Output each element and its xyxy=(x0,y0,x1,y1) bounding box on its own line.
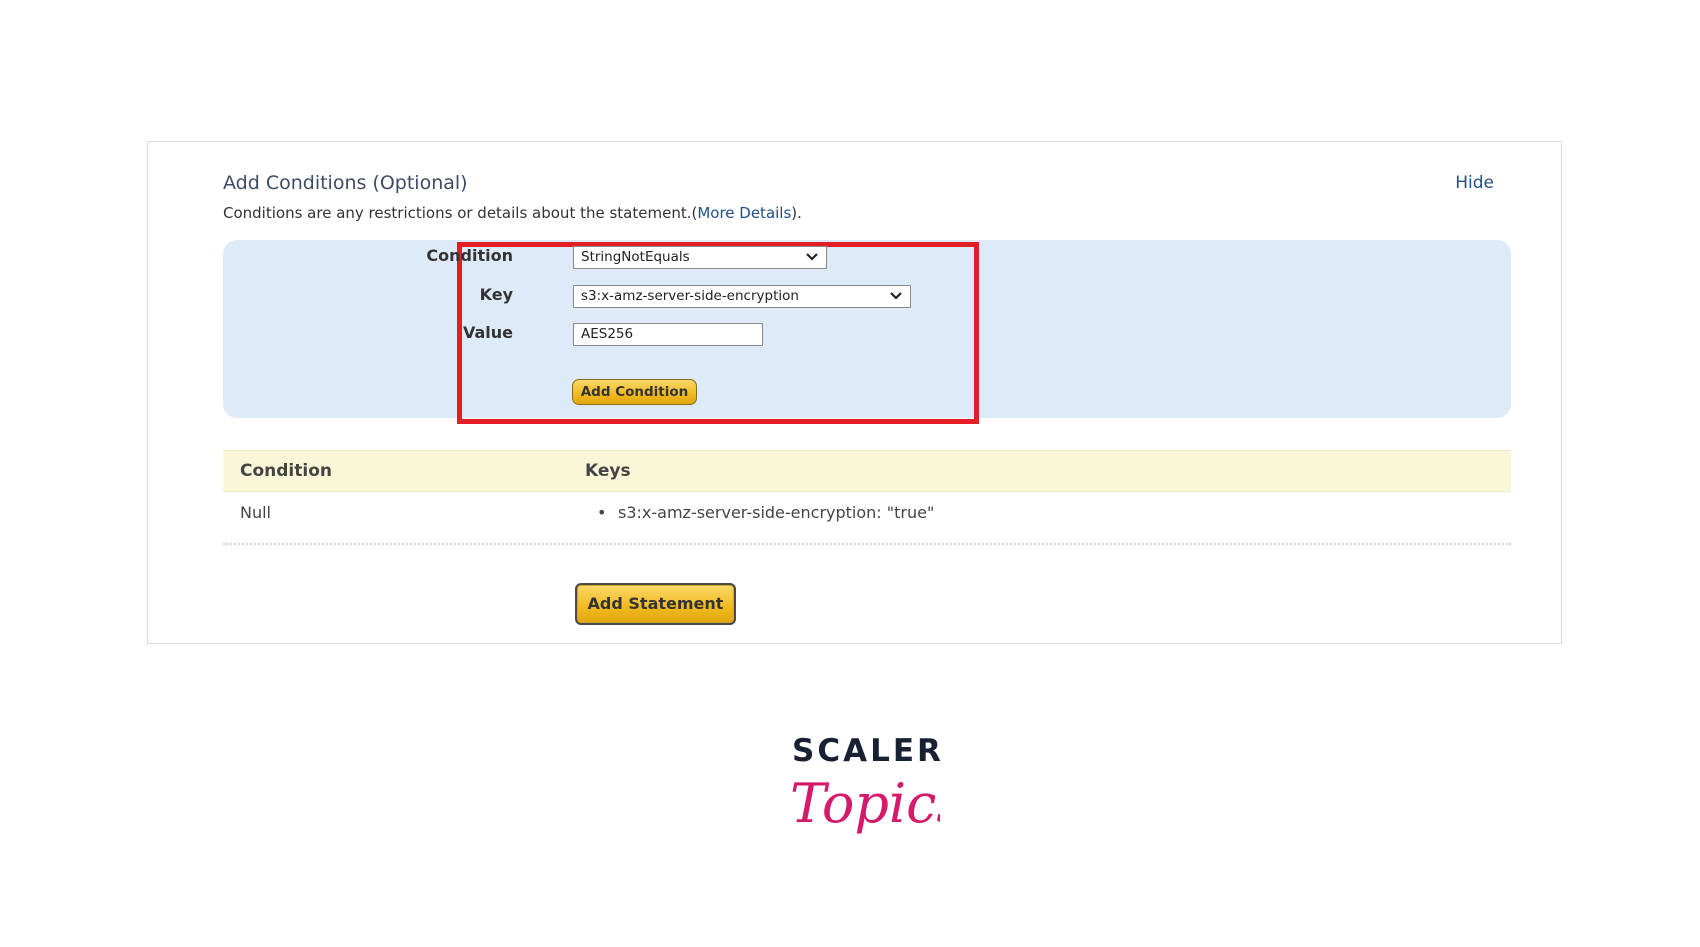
conditions-table-header: Condition Keys xyxy=(223,450,1511,492)
description-text: Conditions are any restrictions or detai… xyxy=(223,204,698,222)
key-select-value: s3:x-amz-server-side-encryption xyxy=(581,288,799,304)
hide-link[interactable]: Hide xyxy=(1455,173,1494,193)
condition-label: Condition xyxy=(426,246,513,265)
row-condition: Null xyxy=(240,503,271,522)
chevron-down-icon xyxy=(890,292,902,300)
header-keys: Keys xyxy=(585,461,631,481)
add-statement-button[interactable]: Add Statement xyxy=(575,583,736,625)
value-input[interactable]: AES256 xyxy=(573,323,763,346)
more-details-link[interactable]: More Details xyxy=(697,204,791,222)
description-end: ). xyxy=(791,204,802,222)
logo-topics-text: Topics xyxy=(790,772,940,835)
condition-select-value: StringNotEquals xyxy=(581,249,690,265)
header-condition: Condition xyxy=(240,461,332,481)
add-conditions-panel: Add Conditions (Optional) Hide Condition… xyxy=(147,141,1562,644)
row-key-item: s3:x-amz-server-side-encryption: "true" xyxy=(618,503,935,522)
bullet-icon: • xyxy=(597,503,607,522)
key-label: Key xyxy=(479,285,513,304)
section-title: Add Conditions (Optional) xyxy=(223,172,468,194)
condition-select[interactable]: StringNotEquals xyxy=(573,246,827,269)
add-condition-button[interactable]: Add Condition xyxy=(572,379,697,405)
dotted-divider xyxy=(223,543,1511,545)
value-label: Value xyxy=(462,323,513,342)
chevron-down-icon xyxy=(806,253,818,261)
key-select[interactable]: s3:x-amz-server-side-encryption xyxy=(573,285,911,308)
scaler-topics-logo: Topics xyxy=(790,772,940,835)
section-description: Conditions are any restrictions or detai… xyxy=(223,204,802,222)
